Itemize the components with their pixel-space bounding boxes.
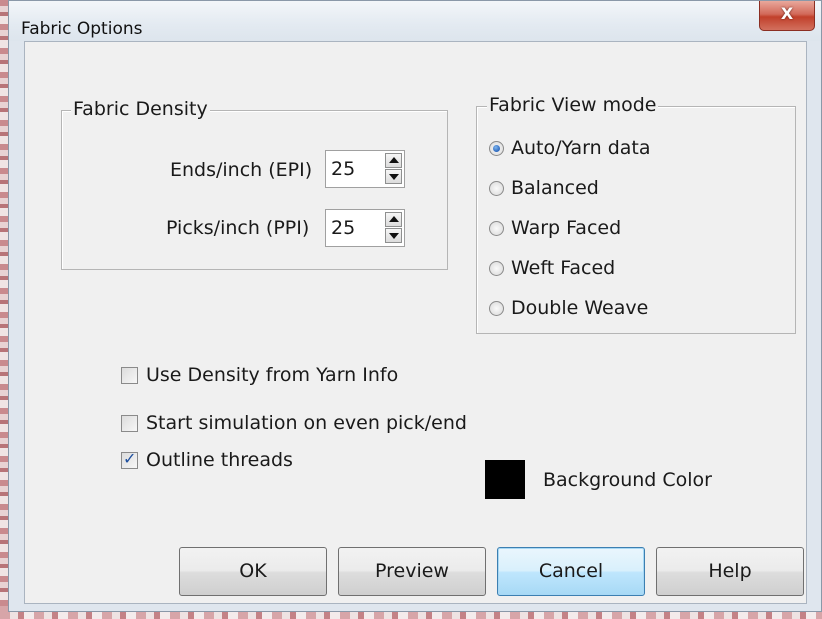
epi-spin-buttons (385, 153, 402, 185)
radio-label: Double Weave (511, 297, 649, 319)
ppi-label: Picks/inch (PPI) (166, 217, 310, 239)
ppi-increment-button[interactable] (385, 212, 402, 227)
arrow-up-icon (389, 157, 399, 163)
help-button[interactable]: Help (656, 547, 804, 596)
radio-button[interactable] (489, 301, 504, 316)
fabric-view-mode-group: Fabric View mode Auto/Yarn data Balanced… (476, 94, 796, 334)
checkbox-label: Outline threads (146, 449, 293, 471)
ppi-value[interactable]: 25 (331, 217, 355, 239)
epi-increment-button[interactable] (385, 153, 402, 168)
fabric-view-mode-legend: Fabric View mode (487, 94, 659, 116)
fabric-density-legend: Fabric Density (71, 98, 210, 120)
close-button[interactable]: X (759, 1, 815, 31)
radio-button[interactable] (489, 261, 504, 276)
radio-button[interactable] (489, 141, 504, 156)
radio-button[interactable] (489, 181, 504, 196)
background-color-label: Background Color (543, 469, 712, 491)
fabric-density-group: Fabric Density Ends/inch (EPI) 25 Picks/… (61, 98, 448, 270)
radio-label: Auto/Yarn data (511, 137, 651, 159)
close-icon: X (780, 4, 794, 23)
preview-button[interactable]: Preview (338, 547, 486, 596)
checkbox-label: Use Density from Yarn Info (146, 364, 399, 386)
cancel-button[interactable]: Cancel (497, 547, 645, 596)
radio-button[interactable] (489, 221, 504, 236)
dialog-title: Fabric Options (21, 19, 143, 39)
background-color-swatch[interactable] (485, 460, 525, 499)
ppi-spinbox[interactable]: 25 (325, 209, 405, 247)
dialog-body: Fabric Density Ends/inch (EPI) 25 Picks/… (24, 41, 807, 604)
arrow-down-icon (389, 174, 399, 180)
radio-label: Balanced (511, 177, 599, 199)
checkbox-label: Start simulation on even pick/end (146, 412, 467, 434)
title-bar[interactable]: Fabric Options X (9, 1, 821, 41)
fabric-options-dialog: Fabric Options X Fabric Density Ends/inc… (8, 0, 822, 612)
epi-spinbox[interactable]: 25 (325, 150, 405, 188)
radio-label: Weft Faced (511, 257, 616, 279)
arrow-down-icon (389, 233, 399, 239)
epi-label: Ends/inch (EPI) (170, 159, 313, 181)
checkbox[interactable] (121, 367, 138, 384)
checkbox[interactable] (121, 449, 138, 469)
checkbox[interactable] (121, 415, 138, 432)
arrow-up-icon (389, 216, 399, 222)
epi-value[interactable]: 25 (331, 158, 355, 180)
radio-label: Warp Faced (511, 217, 622, 239)
ppi-decrement-button[interactable] (385, 228, 402, 243)
epi-decrement-button[interactable] (385, 169, 402, 184)
ppi-spin-buttons (385, 212, 402, 244)
ok-button[interactable]: OK (179, 547, 327, 596)
